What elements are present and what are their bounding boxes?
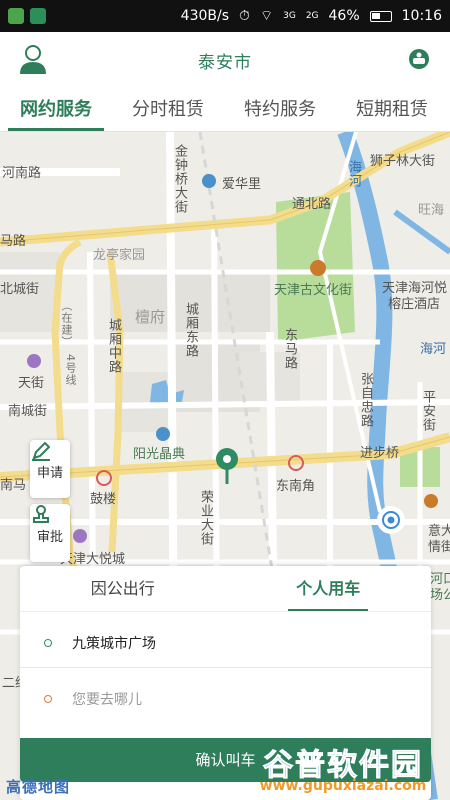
customer-service-icon[interactable] xyxy=(406,46,432,72)
map-label-road: 南马 xyxy=(0,478,27,493)
tab-short-term-rental[interactable]: 短期租赁 xyxy=(336,88,448,131)
locate-me-icon[interactable] xyxy=(376,505,406,535)
apply-label: 申请 xyxy=(36,465,63,481)
approve-button[interactable]: 审批 xyxy=(30,504,70,562)
map-label-area: 龙亭家园 xyxy=(93,248,146,263)
destination-placeholder: 您要去哪儿 xyxy=(72,692,142,708)
destination-field[interactable]: 您要去哪儿 xyxy=(20,674,431,724)
map-label-road: 北城街 xyxy=(0,282,40,297)
city-title[interactable]: 泰安市 xyxy=(198,48,252,73)
map-label-poi: 天街 xyxy=(18,376,45,391)
stamp-icon xyxy=(33,505,49,523)
map-label-bridge: 进步桥 xyxy=(360,446,400,461)
map-label-area: 旺海 xyxy=(418,203,445,218)
watermark-url: www.gupuxiazai.com xyxy=(259,778,427,794)
map-label-area: 檀府 xyxy=(135,308,166,326)
map-label-road: 河南路 xyxy=(2,166,42,181)
map-label-road: 南城街 xyxy=(8,404,48,419)
approve-label: 审批 xyxy=(36,529,63,545)
alarm-icon: ⏱ xyxy=(239,8,250,24)
map-label-road: 张自忠路 xyxy=(358,372,373,428)
start-address-text: 九策城市广场 xyxy=(72,635,156,652)
map-label-metro-station: 东南角 xyxy=(276,479,316,494)
map-brand-logo: 高德地图 xyxy=(6,778,71,796)
clock: 10:16 xyxy=(401,8,442,24)
service-tabs: 网约服务 分时租赁 特约服务 短期租赁 xyxy=(0,88,450,132)
map-label-river: 海河 xyxy=(346,160,361,188)
phone-icon xyxy=(30,8,46,24)
map-label-metro-line: 4号线 xyxy=(64,354,77,386)
map-label-road: 马路 xyxy=(0,234,27,249)
map-label-poi: 榕庄酒店 xyxy=(388,297,441,312)
map-label-road: 荣业大街 xyxy=(198,490,213,546)
map-label-poi: 阳光晶典 xyxy=(133,447,186,462)
tab-special-service[interactable]: 特约服务 xyxy=(224,88,336,131)
start-dot-icon xyxy=(44,638,52,647)
battery-percent: 46% xyxy=(328,8,360,24)
start-address-field[interactable]: 九策城市广场 xyxy=(20,618,431,668)
map-label-construction: （在建） xyxy=(60,300,73,348)
map-label-road: 城厢中路 xyxy=(106,318,121,374)
app-header: 泰安市 xyxy=(0,32,450,88)
map-label-poi: 天津古文化街 xyxy=(274,283,353,298)
pen-icon xyxy=(32,441,51,461)
map-label-area: 场公 xyxy=(430,588,450,603)
map-label-road: 狮子林大街 xyxy=(370,154,436,169)
apply-button[interactable]: 申请 xyxy=(30,440,70,498)
map-label-road: 城厢东路 xyxy=(183,302,198,358)
tab-personal-car[interactable]: 个人用车 xyxy=(226,566,432,611)
tab-ride-hailing[interactable]: 网约服务 xyxy=(0,88,112,131)
tab-time-share-rental[interactable]: 分时租赁 xyxy=(112,88,224,131)
map-label-road: 东马路 xyxy=(282,328,297,370)
map-label-poi: 情街 xyxy=(428,540,450,555)
map-label-river: 海河 xyxy=(420,342,447,357)
network-type-b: 2G xyxy=(305,11,319,21)
status-bar: 430B/s ⏱ ⌔ 3G 2G 46% 10:16 xyxy=(0,0,450,32)
network-type-a: 3G xyxy=(283,11,296,21)
battery-icon xyxy=(369,10,392,22)
notification-icon xyxy=(8,8,24,24)
map-label-road: 平安街 xyxy=(420,390,435,432)
tab-business-trip[interactable]: 因公出行 xyxy=(20,566,226,611)
user-avatar-icon[interactable] xyxy=(16,42,50,76)
end-dot-icon xyxy=(44,695,52,703)
site-watermark: 谷普软件园 www.gupuxiazai.com xyxy=(240,740,446,798)
trip-type-tabs: 因公出行 个人用车 xyxy=(20,566,431,612)
map-label-metro-station: 鼓楼 xyxy=(90,492,117,507)
map-label-road: 通北路 xyxy=(292,197,332,212)
network-speed: 430B/s xyxy=(180,8,230,24)
map-label-road: 金钟桥大街 xyxy=(172,144,187,214)
map-label-poi: 爱华里 xyxy=(222,177,262,192)
wifi-icon: ⌔ xyxy=(259,8,274,24)
